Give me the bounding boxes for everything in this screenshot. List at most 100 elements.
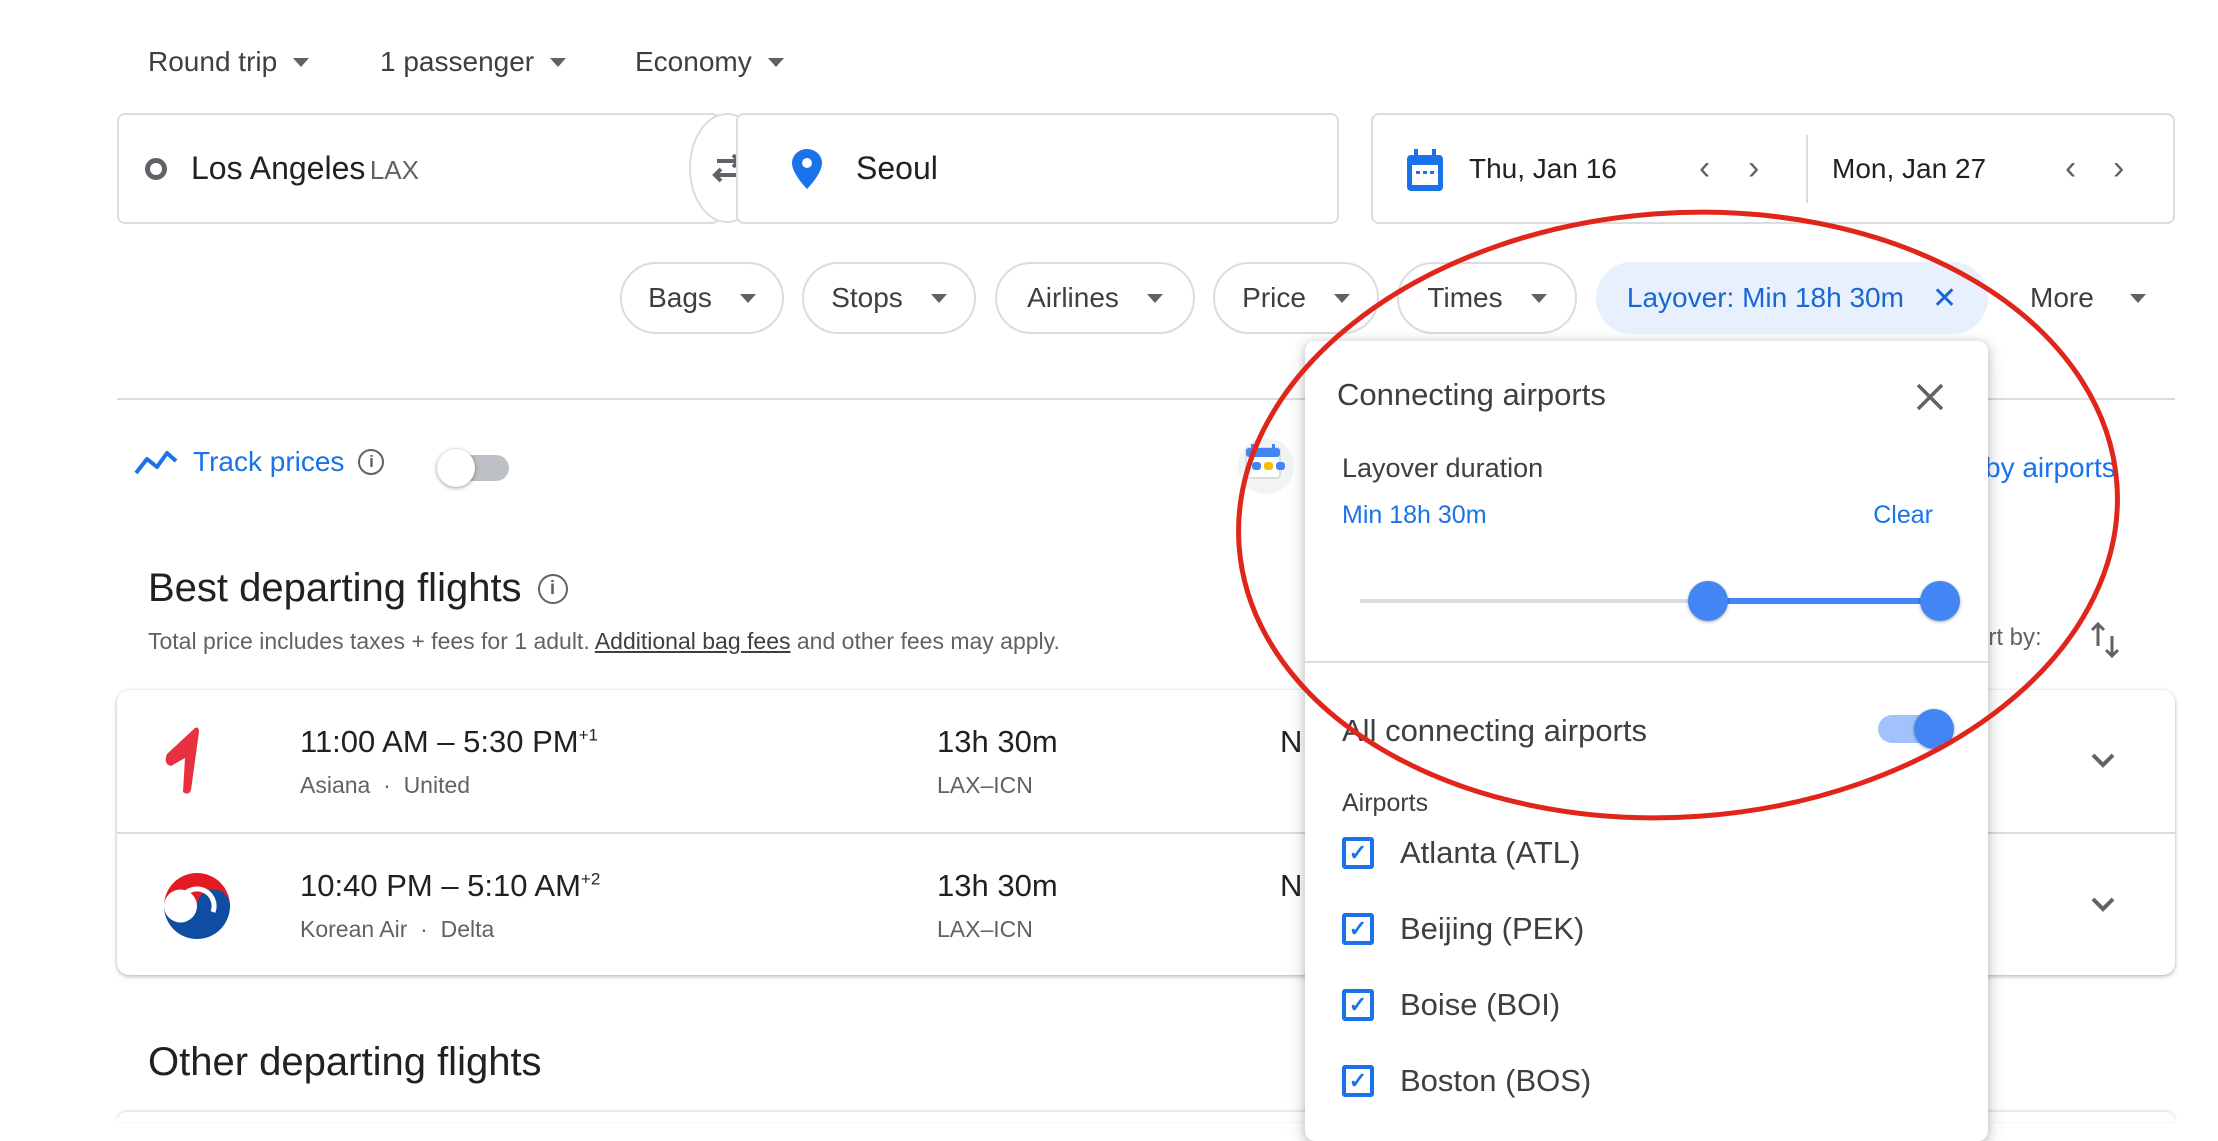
- flight-stops: N: [1280, 868, 1303, 903]
- track-prices-toggle[interactable]: [437, 449, 513, 487]
- location-pin-icon: [792, 148, 822, 189]
- checkbox-checked-icon[interactable]: ✓: [1342, 989, 1374, 1021]
- trend-line-icon: [134, 451, 178, 475]
- info-icon[interactable]: i: [537, 573, 568, 604]
- all-airports-toggle[interactable]: [1878, 709, 1954, 749]
- trip-type-select[interactable]: Round trip: [148, 46, 310, 78]
- arrive-time: 5:10 AM: [467, 868, 581, 903]
- origin-circle-icon: [145, 157, 167, 180]
- slider-max-thumb[interactable]: [1920, 581, 1960, 621]
- date-grid-button[interactable]: [1238, 438, 1294, 494]
- filter-chip-price[interactable]: Price: [1213, 262, 1379, 334]
- caret-down-icon: [930, 293, 947, 303]
- flight-times: 11:00 AM – 5:30 PM+1: [300, 724, 598, 759]
- airport-label: Beijing (PEK): [1400, 911, 1585, 946]
- filter-chip-times[interactable]: Times: [1397, 262, 1577, 334]
- view-by-airports-link[interactable]: by airports: [1985, 452, 2116, 484]
- best-flights-title: Best departing flights: [148, 566, 522, 610]
- layover-duration-label: Layover duration: [1342, 453, 1544, 483]
- slider-min-thumb[interactable]: [1688, 581, 1728, 621]
- day-offset: +1: [578, 725, 598, 745]
- expand-chevron-icon[interactable]: [2085, 742, 2121, 778]
- destination-input[interactable]: Seoul: [736, 113, 1339, 224]
- airport-label: Atlanta (ATL): [1400, 835, 1581, 870]
- price-disclaimer: Total price includes taxes + fees for 1 …: [148, 628, 1060, 655]
- arrive-time: 5:30 PM: [463, 724, 579, 759]
- date-range-input[interactable]: Thu, Jan 16 ‹ › Mon, Jan 27 ‹ ›: [1371, 113, 2175, 224]
- remove-filter-icon[interactable]: ✕: [1932, 281, 1957, 316]
- caret-down-icon: [739, 293, 756, 303]
- depart-prev-icon[interactable]: ‹: [1699, 149, 1710, 188]
- return-date[interactable]: Mon, Jan 27: [1832, 153, 1986, 185]
- filter-chip-bags[interactable]: Bags: [620, 262, 784, 334]
- day-offset: +2: [580, 869, 601, 889]
- airline: Asiana: [300, 772, 371, 798]
- filter-chip-layover[interactable]: Layover: Min 18h 30m ✕: [1596, 262, 1988, 334]
- airport-checkbox-item[interactable]: ✓ Beijing (PEK): [1342, 911, 1584, 947]
- flight-times: 10:40 PM – 5:10 AM+2: [300, 868, 601, 903]
- other-flights-title: Other departing flights: [148, 1040, 542, 1084]
- toggle-knob: [437, 449, 475, 487]
- origin-code: LAX: [369, 155, 419, 185]
- airport-label: Boise (BOI): [1400, 987, 1561, 1022]
- info-icon[interactable]: i: [358, 449, 385, 475]
- chip-label: Stops: [831, 282, 903, 313]
- bag-fees-link[interactable]: Additional bag fees: [595, 628, 791, 654]
- checkbox-checked-icon[interactable]: ✓: [1342, 913, 1374, 945]
- cabin-class-label: Economy: [635, 46, 752, 77]
- date-divider: [1806, 135, 1808, 203]
- return-prev-icon[interactable]: ‹: [2065, 149, 2076, 188]
- passengers-select[interactable]: 1 passenger: [380, 46, 567, 78]
- more-filters-button[interactable]: More: [2030, 262, 2146, 334]
- checkbox-checked-icon[interactable]: ✓: [1342, 837, 1374, 869]
- popup-title: Connecting airports: [1337, 377, 1606, 412]
- asiana-logo-icon: [165, 727, 199, 794]
- track-prices: Track prices i: [133, 446, 385, 478]
- return-next-icon[interactable]: ›: [2113, 149, 2124, 188]
- flight-route: LAX–ICN: [937, 772, 1033, 798]
- chip-label: Airlines: [1027, 282, 1119, 313]
- caret-down-icon: [1333, 293, 1350, 303]
- expand-chevron-icon[interactable]: [2085, 886, 2121, 922]
- close-icon[interactable]: [1912, 379, 1948, 415]
- connecting-airports-popup: Connecting airports Layover duration Min…: [1305, 341, 1988, 1141]
- trip-type-label: Round trip: [148, 46, 278, 77]
- checkbox-checked-icon[interactable]: ✓: [1342, 1065, 1374, 1097]
- best-flights-heading: Best departing flights i: [148, 566, 568, 611]
- airport-checkbox-item[interactable]: ✓ Boise (BOI): [1342, 987, 1560, 1023]
- sort-icon[interactable]: [2088, 620, 2122, 660]
- more-label: More: [2030, 282, 2094, 313]
- caret-down-icon: [2129, 293, 2146, 303]
- filter-chip-airlines[interactable]: Airlines: [995, 262, 1195, 334]
- slider-fill: [1708, 598, 1940, 604]
- passengers-label: 1 passenger: [380, 46, 535, 77]
- depart-next-icon[interactable]: ›: [1748, 149, 1759, 188]
- caret-down-icon: [767, 57, 784, 67]
- depart-date[interactable]: Thu, Jan 16: [1469, 153, 1617, 185]
- layover-slider[interactable]: [1360, 581, 1960, 621]
- korean-air-logo-icon: [164, 873, 230, 939]
- origin-input[interactable]: Los Angeles LAX: [117, 113, 720, 224]
- toggle-knob: [1914, 709, 1954, 749]
- flight-route: LAX–ICN: [937, 916, 1033, 942]
- chip-label: Bags: [648, 282, 712, 313]
- layover-value: Min 18h 30m: [1342, 501, 1487, 529]
- airport-checkbox-item[interactable]: ✓ Atlanta (ATL): [1342, 835, 1580, 871]
- airport-label: Boston (BOS): [1400, 1063, 1592, 1098]
- flight-duration: 13h 30m: [937, 868, 1058, 903]
- caret-down-icon: [1146, 293, 1163, 303]
- chip-label: Price: [1242, 282, 1306, 313]
- origin-city: Los Angeles: [191, 150, 366, 186]
- flight-airlines: Asiana · United: [300, 772, 471, 798]
- date-grid-icon: [1245, 444, 1285, 479]
- cabin-class-select[interactable]: Economy: [635, 46, 784, 78]
- clear-button[interactable]: Clear: [1873, 501, 1933, 530]
- depart-time: 10:40 PM: [300, 868, 433, 903]
- chip-label: Layover: Min 18h 30m: [1626, 282, 1904, 313]
- destination-text: Seoul: [856, 150, 938, 186]
- calendar-icon: [1407, 149, 1443, 191]
- flight-duration: 13h 30m: [937, 724, 1058, 759]
- airport-checkbox-item[interactable]: ✓ Boston (BOS): [1342, 1063, 1591, 1099]
- disclaimer-text: Total price includes taxes + fees for 1 …: [148, 628, 595, 654]
- filter-chip-stops[interactable]: Stops: [802, 262, 976, 334]
